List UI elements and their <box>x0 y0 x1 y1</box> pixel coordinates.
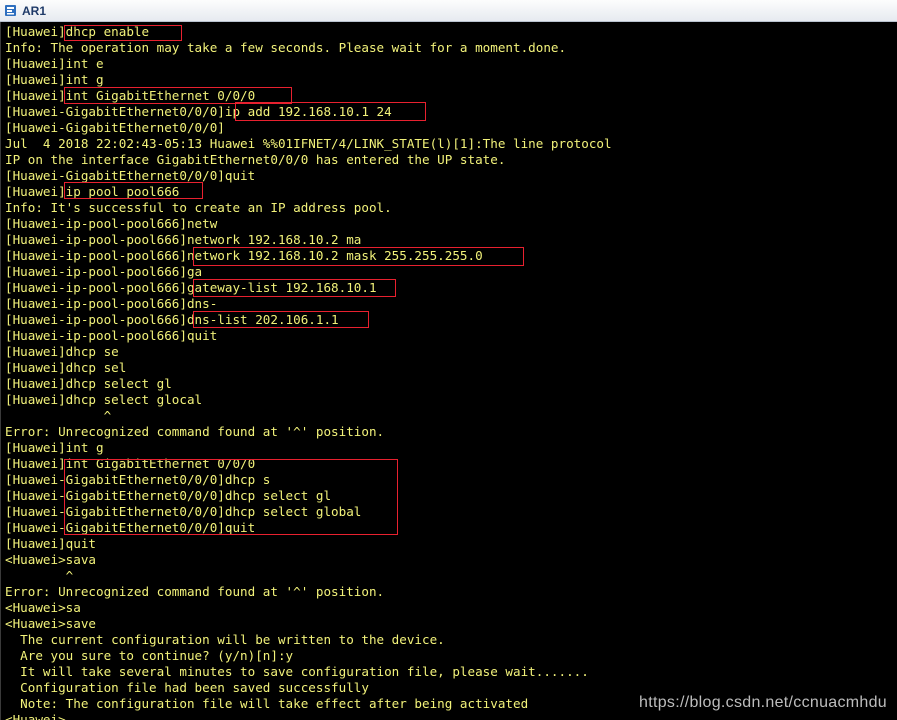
terminal-line: [Huawei]int e <box>5 56 104 71</box>
terminal-line: [Huawei]dhcp select gl <box>5 376 172 391</box>
terminal-line: [Huawei]dhcp sel <box>5 360 127 375</box>
terminal-line: [Huawei]int GigabitEthernet 0/0/0 <box>5 456 256 471</box>
terminal-line: [Huawei]dhcp se <box>5 344 119 359</box>
terminal-line: [Huawei-ip-pool-pool666]network 192.168.… <box>5 248 483 263</box>
terminal-line: [Huawei-GigabitEthernet0/0/0]quit <box>5 520 256 535</box>
terminal-line: [Huawei]dhcp select glocal <box>5 392 203 407</box>
terminal-line: [Huawei-GigabitEthernet0/0/0]dhcp select… <box>5 504 362 519</box>
terminal-output: [Huawei]dhcp enable Info: The operation … <box>5 24 612 720</box>
terminal-line: [Huawei-ip-pool-pool666]dns-list 202.106… <box>5 312 339 327</box>
terminal-line: [Huawei-ip-pool-pool666]quit <box>5 328 218 343</box>
terminal-line: [Huawei]dhcp enable <box>5 24 150 39</box>
watermark-text: https://blog.csdn.net/ccnuacmhdu <box>639 694 887 711</box>
terminal-line: [Huawei-GigabitEthernet0/0/0] <box>5 120 225 135</box>
terminal-line: [Huawei]int g <box>5 72 104 87</box>
terminal-line: [Huawei-ip-pool-pool666]dns- <box>5 296 218 311</box>
terminal-line: ^ <box>5 568 74 583</box>
terminal-line: [Huawei]ip pool pool666 <box>5 184 180 199</box>
terminal-line: Configuration file had been saved succes… <box>5 680 369 695</box>
terminal-line: [Huawei-GigabitEthernet0/0/0]dhcp s <box>5 472 271 487</box>
terminal-line: ^ <box>5 408 112 423</box>
terminal-line: [Huawei-GigabitEthernet0/0/0]quit <box>5 168 256 183</box>
terminal-console[interactable]: [Huawei]dhcp enable Info: The operation … <box>0 22 897 720</box>
title-bar[interactable]: AR1 <box>0 0 897 22</box>
terminal-line: Error: Unrecognized command found at '^'… <box>5 584 385 599</box>
terminal-line: Jul 4 2018 22:02:43-05:13 Huawei %%01IFN… <box>5 136 612 151</box>
terminal-line: [Huawei]int g <box>5 440 104 455</box>
terminal-line: [Huawei-ip-pool-pool666]gateway-list 192… <box>5 280 377 295</box>
terminal-line: [Huawei-ip-pool-pool666]netw <box>5 216 218 231</box>
terminal-line: It will take several minutes to save con… <box>5 664 589 679</box>
terminal-line: Info: It's successful to create an IP ad… <box>5 200 392 215</box>
terminal-line: Note: The configuration file will take e… <box>5 696 529 711</box>
terminal-line: [Huawei]quit <box>5 536 96 551</box>
terminal-line: [Huawei-ip-pool-pool666]ga <box>5 264 203 279</box>
terminal-line: <Huawei>save <box>5 616 96 631</box>
terminal-line: [Huawei-GigabitEthernet0/0/0]dhcp select… <box>5 488 332 503</box>
terminal-line: [Huawei-ip-pool-pool666]network 192.168.… <box>5 232 362 247</box>
terminal-line: [Huawei-GigabitEthernet0/0/0]ip add 192.… <box>5 104 392 119</box>
terminal-line: [Huawei]int GigabitEthernet 0/0/0 <box>5 88 256 103</box>
terminal-line: The current configuration will be writte… <box>5 632 445 647</box>
terminal-line: Info: The operation may take a few secon… <box>5 40 567 55</box>
router-terminal-icon <box>5 5 16 16</box>
terminal-line: <Huawei> <box>5 712 66 720</box>
terminal-line: <Huawei>sa <box>5 600 81 615</box>
window-title: AR1 <box>22 4 47 18</box>
terminal-line: Error: Unrecognized command found at '^'… <box>5 424 385 439</box>
terminal-line: <Huawei>sava <box>5 552 96 567</box>
terminal-line: Are you sure to continue? (y/n)[n]:y <box>5 648 294 663</box>
terminal-window: AR1 [Huawei]dhcp enable Info: The operat… <box>0 0 897 720</box>
terminal-line: IP on the interface GigabitEthernet0/0/0… <box>5 152 506 167</box>
